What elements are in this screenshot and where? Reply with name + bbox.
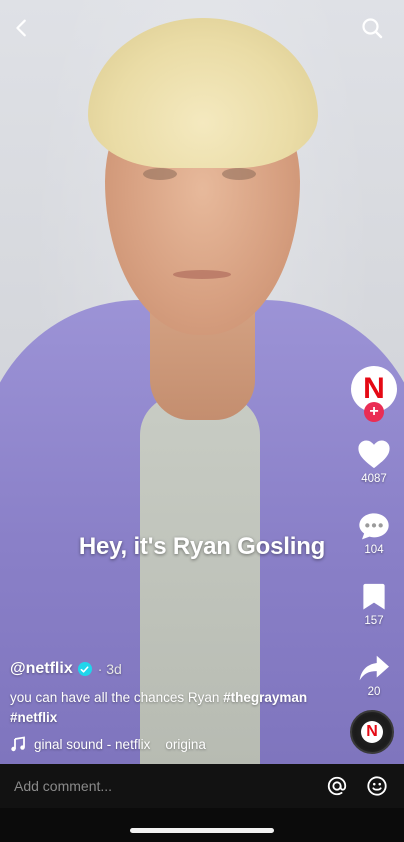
comment-button[interactable]: 104 — [358, 511, 390, 556]
bookmark-icon — [363, 583, 385, 610]
description-text: you can have all the chances Ryan — [10, 690, 224, 705]
video-subject-mouth — [173, 270, 231, 279]
search-icon — [362, 18, 383, 39]
sound-title: ginal sound - netflix origina — [34, 736, 206, 752]
verified-badge-icon — [77, 662, 92, 676]
comment-bar: Add comment... — [0, 764, 404, 808]
music-note-icon — [11, 736, 25, 752]
sound-row[interactable]: ginal sound - netflix origina — [10, 736, 330, 752]
netflix-disc-logo: N — [361, 721, 383, 743]
post-info: @netflix · 3d you can have all the chanc… — [10, 660, 330, 752]
emoji-button[interactable] — [364, 773, 390, 799]
mention-button[interactable] — [324, 773, 350, 799]
video-subject-eye — [222, 168, 256, 180]
video-subject-eye — [143, 168, 177, 180]
post-time: · 3d — [97, 661, 122, 677]
comment-input[interactable]: Add comment... — [14, 778, 324, 794]
like-button[interactable]: 4087 — [357, 438, 391, 485]
hashtag-link[interactable]: #netflix — [10, 710, 57, 725]
netflix-logo: N — [363, 372, 385, 405]
search-button[interactable] — [358, 14, 386, 42]
like-count: 4087 — [361, 473, 387, 485]
home-indicator[interactable] — [130, 828, 274, 833]
sound-marquee: ginal sound - netflix origina — [34, 737, 229, 752]
post-description: you can have all the chances Ryan #thegr… — [10, 688, 330, 728]
sound-disc[interactable]: N — [350, 710, 394, 754]
creator-avatar[interactable]: N + — [351, 366, 397, 422]
smiley-icon — [367, 776, 387, 796]
at-sign-icon — [327, 776, 347, 796]
heart-icon — [358, 440, 390, 469]
save-button[interactable]: 157 — [361, 582, 387, 627]
tiktok-video-screen: Hey, it's Ryan Gosling N + 4087 104 157 — [0, 0, 404, 842]
chevron-left-icon — [16, 19, 26, 37]
hashtag-link[interactable]: #thegrayman — [223, 690, 307, 705]
follow-plus-button[interactable]: + — [364, 402, 384, 422]
video-caption: Hey, it's Ryan Gosling — [78, 533, 326, 560]
back-button[interactable] — [8, 14, 36, 42]
share-arrow-icon — [359, 655, 389, 681]
comment-count: 104 — [364, 544, 384, 556]
share-count: 20 — [367, 686, 381, 698]
share-button[interactable]: 20 — [357, 653, 391, 698]
action-rail: N + 4087 104 157 20 — [350, 366, 398, 698]
video-player[interactable]: Hey, it's Ryan Gosling — [0, 0, 404, 764]
comment-bubble-icon — [359, 513, 389, 540]
creator-username[interactable]: @netflix — [10, 660, 73, 678]
save-count: 157 — [364, 615, 384, 627]
